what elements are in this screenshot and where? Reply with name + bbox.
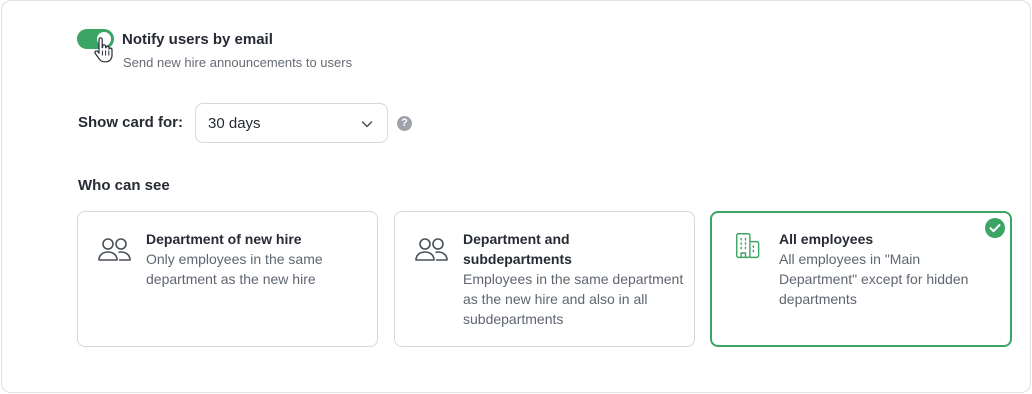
option-title: All employees — [779, 231, 874, 247]
show-card-label: Show card for: — [78, 114, 184, 131]
toggle-knob — [97, 32, 111, 46]
option-title: Department and subdepartments — [463, 231, 572, 267]
who-can-see-label: Who can see — [78, 177, 170, 194]
notify-toggle[interactable] — [77, 29, 114, 49]
settings-panel: Notify users by email Send new hire anno… — [1, 0, 1031, 393]
option-card-department[interactable]: Department of new hire Only employees in… — [77, 211, 378, 347]
building-icon — [736, 233, 760, 259]
notify-subtitle: Send new hire announcements to users — [123, 55, 353, 70]
option-title: Department of new hire — [146, 231, 302, 247]
chevron-down-icon — [361, 121, 373, 128]
check-circle-icon — [985, 218, 1005, 238]
notify-title: Notify users by email — [122, 31, 273, 48]
users-icon — [98, 238, 131, 261]
option-description: Employees in the same department as the … — [463, 271, 684, 327]
users-icon — [415, 238, 448, 261]
option-card-all-employees[interactable]: All employees All employees in "Main Dep… — [710, 211, 1012, 347]
help-icon[interactable]: ? — [397, 116, 412, 131]
option-description: Only employees in the same department as… — [146, 251, 323, 287]
option-description: All employees in "Main Department" excep… — [779, 251, 969, 307]
option-card-department-subdepartments[interactable]: Department and subdepartments Employees … — [394, 211, 695, 347]
show-card-value: 30 days — [208, 115, 261, 132]
show-card-select[interactable]: 30 days — [195, 103, 388, 143]
